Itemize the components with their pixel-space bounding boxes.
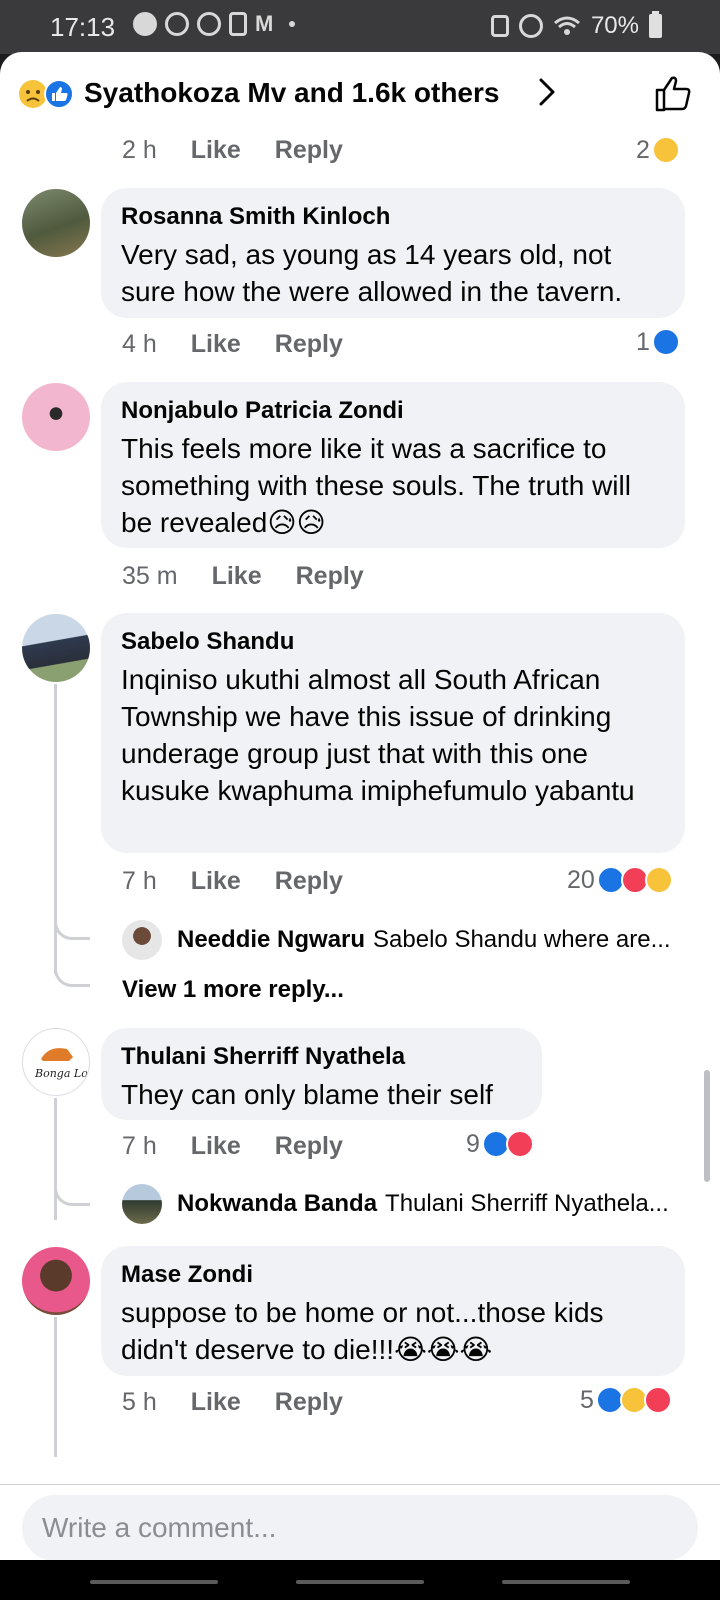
thread-branch: [54, 1176, 90, 1206]
chevron-right-icon[interactable]: [532, 76, 562, 108]
comment-bubble[interactable]: Nonjabulo Patricia Zondi This feels more…: [101, 382, 685, 548]
comment-actions: 35 m Like Reply: [122, 558, 398, 594]
reaction-count[interactable]: 5: [580, 1384, 672, 1416]
comments-sheet: Syathokoza Mv and 1.6k others 2 h Like R…: [0, 52, 720, 1484]
nav-recent-button[interactable]: [90, 1580, 218, 1584]
reply-text: Thulani Sherriff Nyathela...: [385, 1190, 669, 1217]
scrollbar[interactable]: [704, 1070, 710, 1182]
reply-button[interactable]: Reply: [275, 136, 343, 165]
comment-text: This feels more like it was a sacrifice …: [121, 433, 631, 538]
reply-preview[interactable]: Nokwanda Banda Thulani Sherriff Nyathela…: [122, 1184, 682, 1224]
bonga-love-logo-icon: Bonga Love: [34, 1048, 90, 1080]
comment-actions: 7 h Like Reply: [122, 1128, 377, 1164]
comment-time: 7 h: [122, 1131, 157, 1160]
sync-icon: [165, 12, 189, 36]
nav-home-button[interactable]: [296, 1580, 424, 1584]
comment-bubble[interactable]: Rosanna Smith Kinloch Very sad, as young…: [101, 188, 685, 318]
like-button[interactable]: Like: [191, 136, 241, 165]
lock-icon: [490, 15, 509, 37]
comment-input[interactable]: [22, 1495, 698, 1561]
love-reaction-icon: [643, 1386, 672, 1414]
wifi-signal-icon: [553, 16, 580, 35]
reply-button[interactable]: Reply: [275, 1388, 343, 1417]
avatar[interactable]: [22, 1247, 90, 1315]
status-bar: 17:13 M 70%: [0, 0, 720, 54]
reactions-header[interactable]: Syathokoza Mv and 1.6k others: [0, 52, 720, 134]
reply-text: Sabelo Shandu where are...: [373, 926, 671, 953]
svg-text:Bonga Love: Bonga Love: [34, 1067, 90, 1080]
system-nav-bar: [0, 1560, 720, 1600]
commenter-name[interactable]: Mase Zondi: [121, 1260, 665, 1290]
like-button[interactable]: Like: [212, 562, 262, 591]
comment-time: 2 h: [122, 135, 157, 164]
comment-text: They can only blame their self: [121, 1079, 493, 1110]
view-more-replies-link[interactable]: View 1 more reply...: [122, 976, 344, 1004]
status-time: 17:13: [50, 12, 116, 42]
reaction-count[interactable]: 9: [466, 1128, 534, 1160]
comment-actions: 4 h Like Reply: [122, 326, 377, 362]
comment-time: 35 m: [122, 561, 178, 590]
comment-actions: 5 h Like Reply: [122, 1384, 377, 1420]
thread-branch: [54, 910, 90, 940]
like-button[interactable]: Like: [191, 330, 241, 359]
avatar[interactable]: [22, 189, 90, 257]
reaction-count[interactable]: 20: [567, 864, 673, 896]
avatar[interactable]: [22, 383, 90, 451]
commenter-name[interactable]: Sabelo Shandu: [121, 627, 665, 657]
reaction-count[interactable]: 1: [636, 326, 680, 358]
comment-bubble[interactable]: Mase Zondi suppose to be home or not...t…: [101, 1246, 685, 1376]
battery-percent: 70%: [590, 12, 639, 39]
nav-back-button[interactable]: [502, 1580, 630, 1584]
comment-text: Inqiniso ukuthi almost all South African…: [121, 664, 635, 806]
reaction-count[interactable]: 2: [636, 134, 680, 166]
gmail-icon: M: [255, 11, 274, 36]
comment-composer: [0, 1484, 720, 1561]
thread-line: [54, 1317, 57, 1457]
sad-reaction-icon: [651, 136, 680, 164]
reply-preview[interactable]: Needdie Ngwaru Sabelo Shandu where are..…: [122, 920, 682, 960]
thread-line: [54, 1098, 57, 1220]
reply-button[interactable]: Reply: [296, 562, 364, 591]
reply-author[interactable]: Needdie Ngwaru: [177, 926, 365, 954]
comment-bubble[interactable]: Sabelo Shandu Inqiniso ukuthi almost all…: [101, 613, 685, 853]
like-button[interactable]: Like: [191, 1132, 241, 1161]
thread-branch: [54, 957, 90, 987]
more-notifications-dot-icon: [289, 21, 296, 27]
commenter-name[interactable]: Rosanna Smith Kinloch: [121, 202, 665, 232]
care-reaction-icon: [644, 866, 673, 894]
reply-button[interactable]: Reply: [275, 1132, 343, 1161]
avatar[interactable]: Bonga Love: [22, 1028, 90, 1096]
commenter-name[interactable]: Thulani Sherriff Nyathela: [121, 1042, 522, 1072]
comment-time: 4 h: [122, 329, 157, 358]
header-reactions: [18, 79, 78, 109]
system-icons: 70%: [490, 11, 662, 40]
like-icon: [44, 79, 74, 109]
comment-actions: 2 h Like Reply: [122, 132, 377, 168]
avatar[interactable]: [22, 614, 90, 682]
reply-button[interactable]: Reply: [275, 330, 343, 359]
person-icon: [229, 12, 247, 36]
comment-text: Very sad, as young as 14 years old, not …: [121, 239, 623, 307]
reply-button[interactable]: Reply: [275, 867, 343, 896]
like-button[interactable]: Like: [191, 867, 241, 896]
avatar[interactable]: [122, 920, 162, 960]
sync-icon: [197, 12, 221, 36]
thumbs-up-outline-icon[interactable]: [653, 72, 695, 114]
comment-time: 5 h: [122, 1387, 157, 1416]
reply-author[interactable]: Nokwanda Banda: [177, 1190, 377, 1218]
reactions-summary: Syathokoza Mv and 1.6k others: [84, 77, 500, 108]
love-reaction-icon: [505, 1130, 534, 1158]
comment-time: 7 h: [122, 866, 157, 895]
alarm-icon: [518, 14, 543, 38]
avatar[interactable]: [122, 1184, 162, 1224]
comment-text: suppose to be home or not...those kids d…: [121, 1297, 604, 1365]
like-reaction-icon: [651, 328, 680, 356]
battery-icon: [649, 11, 662, 38]
comment-actions: 7 h Like Reply: [122, 863, 377, 899]
whatsapp-icon: [133, 12, 157, 36]
notification-icons: M: [133, 11, 296, 36]
comment-bubble[interactable]: Thulani Sherriff Nyathela They can only …: [101, 1028, 542, 1120]
like-button[interactable]: Like: [191, 1388, 241, 1417]
commenter-name[interactable]: Nonjabulo Patricia Zondi: [121, 396, 665, 426]
